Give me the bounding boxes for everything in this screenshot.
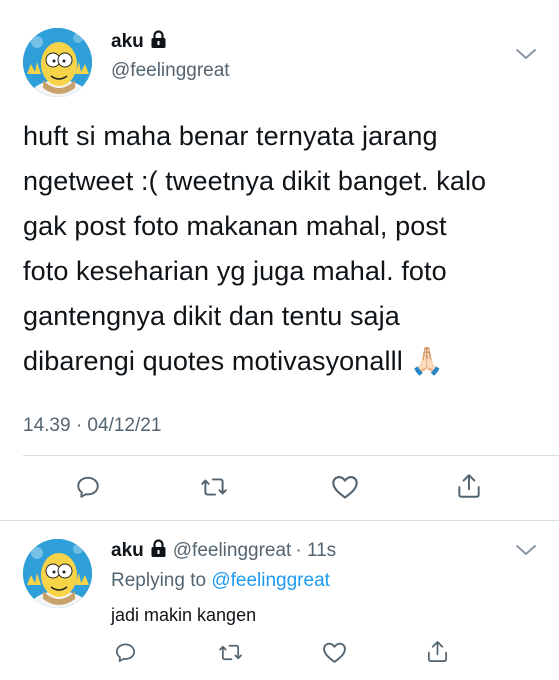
- author-handle[interactable]: @feelinggreat: [111, 60, 230, 82]
- replying-to-mention[interactable]: @feelinggreat: [211, 570, 330, 591]
- avatar[interactable]: [23, 28, 92, 97]
- tweet-text-line: gantengnya dikit dan tentu saja: [23, 301, 400, 331]
- divider: [0, 520, 559, 521]
- lock-icon: [150, 539, 167, 563]
- tweet-timestamp[interactable]: 14.39 · 04/12/21: [23, 415, 161, 437]
- reply-icon[interactable]: [114, 641, 137, 664]
- chevron-down-icon[interactable]: [515, 543, 537, 562]
- reply-author-handle[interactable]: @feelinggreat: [173, 540, 292, 562]
- divider: [23, 455, 559, 456]
- homer-avatar-image: [23, 539, 92, 608]
- tweet-text-line: huft si maha benar ternyata jarang: [23, 121, 438, 151]
- reply-icon[interactable]: [75, 474, 101, 500]
- share-icon[interactable]: [456, 472, 482, 500]
- retweet-icon[interactable]: [200, 474, 228, 500]
- reply-author-name[interactable]: aku: [111, 540, 144, 562]
- author-name[interactable]: aku: [111, 31, 144, 53]
- like-icon[interactable]: [322, 641, 347, 664]
- avatar[interactable]: [23, 539, 92, 608]
- like-icon[interactable]: [331, 474, 359, 500]
- homer-avatar-image: [23, 28, 92, 97]
- share-icon[interactable]: [426, 639, 449, 664]
- reply-text: jadi makin kangen: [111, 605, 257, 625]
- replying-to-label: Replying to: [111, 570, 207, 591]
- tweet-text-line: ngetweet :( tweetnya dikit banget. kalo: [23, 166, 487, 196]
- tweet-text-line: dibarengi quotes motivasyonalll 🙏🏻: [23, 346, 445, 376]
- tweet-text-line: foto keseharian yg juga mahal. foto: [23, 256, 447, 286]
- lock-icon: [150, 30, 167, 54]
- retweet-icon[interactable]: [218, 641, 243, 664]
- tweet-text-line: gak post foto makanan mahal, post: [23, 211, 447, 241]
- reply-time[interactable]: · 11s: [295, 540, 336, 562]
- tweet-text: huft si maha benar ternyata jarang ngetw…: [23, 114, 548, 384]
- replying-to: Replying to @feelinggreat: [111, 570, 330, 592]
- chevron-down-icon[interactable]: [515, 47, 537, 66]
